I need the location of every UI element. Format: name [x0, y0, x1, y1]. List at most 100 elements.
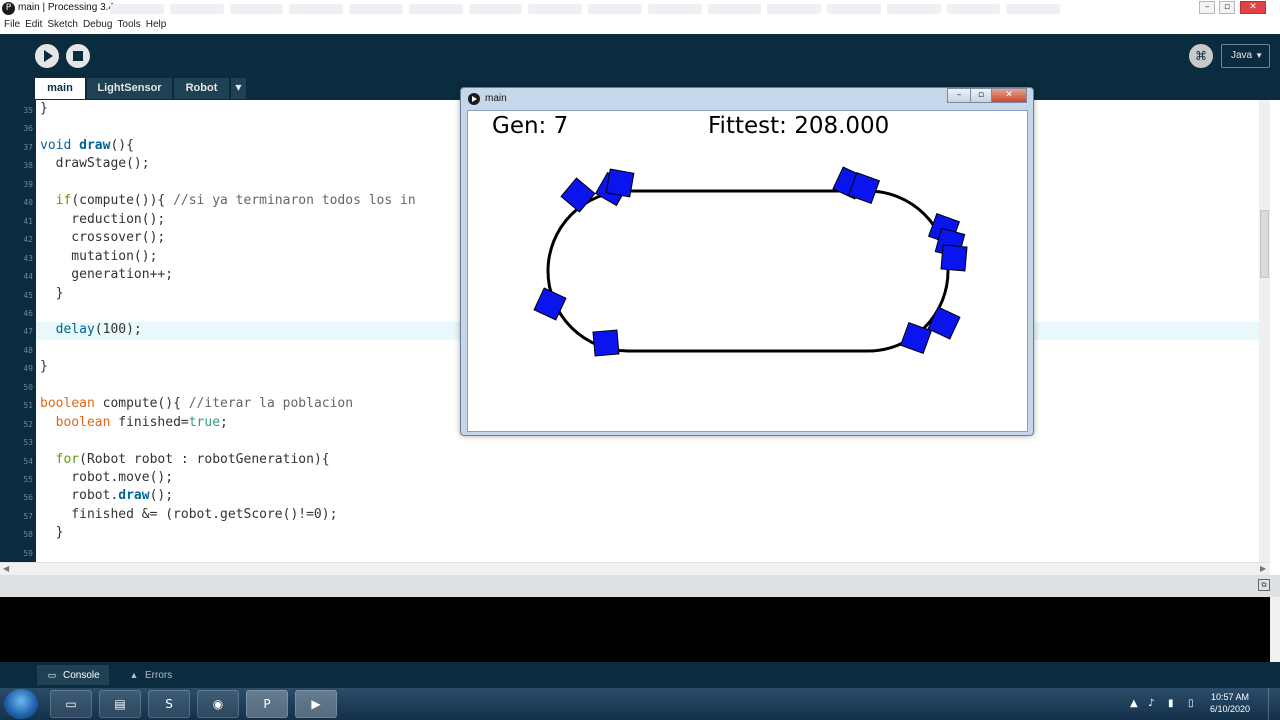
robot-group [533, 166, 968, 357]
code-line: reduction(); [40, 211, 166, 227]
line-number: 50 [23, 382, 33, 392]
code-line: robot.draw(); [40, 488, 174, 504]
line-number: 53 [23, 438, 33, 448]
message-area: ⧉ [0, 575, 1280, 597]
system-tray: ▲ ♪ ▮ ▯ [1126, 688, 1206, 720]
menu-tools[interactable]: Tools [116, 17, 144, 34]
line-number: 55 [23, 475, 33, 484]
show-desktop-button[interactable] [1268, 688, 1280, 720]
warning-icon: ▲ [129, 670, 139, 680]
scrollbar-thumb[interactable] [1260, 210, 1269, 278]
code-line: } [40, 101, 48, 116]
code-line: void draw(){ [40, 137, 134, 153]
code-line: crossover(); [40, 230, 166, 246]
chevron-down-icon: ▼ [1255, 51, 1263, 60]
code-line: boolean finished=true; [55, 414, 228, 430]
start-button[interactable] [4, 689, 38, 719]
mode-selector[interactable]: Java ▼ [1221, 44, 1270, 68]
stop-button[interactable] [66, 44, 90, 68]
line-number: 36 [23, 124, 33, 134]
line-number: 39 [23, 179, 33, 189]
code-line: finished &= (robot.getScore()!=0); [40, 506, 338, 522]
menu-sketch[interactable]: Sketch [46, 17, 82, 34]
robot [940, 244, 968, 272]
line-number: 49 [23, 364, 33, 374]
line-number: 57 [23, 511, 33, 521]
errors-tab-label: Errors [145, 670, 173, 681]
clock-time: 10:57 AM [1210, 692, 1250, 702]
battery-icon[interactable]: ▯ [1188, 698, 1194, 709]
sketch-taskbar-icon[interactable]: ▶ [295, 690, 337, 718]
line-number-gutter: 35 36 37 38 39 40 41 42 43 44 45 46 47 48 49 50 51 52 53 54… [0, 100, 36, 562]
console-output[interactable] [0, 597, 1270, 662]
debugger-toggle-icon[interactable]: ⌘ [1189, 44, 1213, 68]
sketch-window[interactable]: main – ▫ ✕ Gen: 7 Fittest: 208.000 [460, 87, 1034, 436]
taskbar-clock[interactable]: 10:57 AM 6/10/2020 [1205, 691, 1255, 715]
explorer-taskbar-icon[interactable]: ▤ [99, 690, 141, 718]
tab-lightsensor[interactable]: LightSensor [87, 78, 172, 99]
line-number: 44 [23, 272, 33, 282]
sketch-canvas[interactable]: Gen: 7 Fittest: 208.000 [467, 110, 1028, 432]
console-scrollbar[interactable] [1270, 597, 1280, 662]
menu-help[interactable]: Help [145, 17, 171, 34]
clock-date: 6/10/2020 [1209, 704, 1251, 714]
processing-taskbar-icon[interactable]: P [246, 690, 288, 718]
sketch-close-button[interactable]: ✕ [991, 88, 1027, 103]
mode-label: Java [1231, 50, 1253, 61]
stage-drawing [533, 166, 968, 357]
console-tab-label: Console [63, 670, 100, 681]
line-number: 54 [23, 456, 33, 466]
robot [927, 306, 961, 340]
sketch-maximize-button[interactable]: ▫ [970, 88, 992, 103]
code-line: robot.move(); [40, 470, 174, 485]
sketch-window-title: main [485, 93, 507, 104]
line-number: 38 [23, 161, 33, 171]
line-number: 56 [23, 493, 33, 503]
clear-console-icon[interactable]: ⧉ [1258, 579, 1270, 591]
maximize-button[interactable]: ▫ [1219, 1, 1235, 14]
menu-edit[interactable]: Edit [24, 17, 46, 34]
code-line: mutation(); [40, 248, 158, 264]
line-number: 48 [23, 345, 33, 355]
line-number: 40 [23, 198, 33, 208]
track-path [546, 189, 950, 353]
close-button[interactable]: ✕ [1240, 1, 1266, 14]
tab-main[interactable]: main [35, 78, 85, 99]
line-number: 46 [23, 308, 33, 318]
robot [605, 168, 635, 198]
show-hidden-icons-icon[interactable]: ▲ [1130, 698, 1138, 709]
run-button[interactable] [35, 44, 59, 68]
sketch-window-icon [468, 93, 480, 105]
window-titlebar: P main | Processing 3.4 – ▫ ✕ [0, 0, 1280, 17]
volume-icon[interactable]: ♪ [1148, 698, 1154, 709]
line-number: 52 [23, 419, 33, 429]
editor-horizontal-scrollbar[interactable]: ◀ ▶ [0, 562, 1270, 575]
scroll-left-icon[interactable]: ◀ [3, 564, 9, 573]
editor-vertical-scrollbar[interactable] [1259, 100, 1270, 562]
sublime-taskbar-icon[interactable]: S [148, 690, 190, 718]
code-line: } [40, 285, 64, 301]
code-line: } [40, 525, 64, 541]
tab-menu-chevron-icon[interactable]: ▼ [231, 78, 246, 99]
line-number: 42 [23, 235, 33, 245]
toolbar: ⌘ Java ▼ [0, 34, 1280, 78]
console-icon: ▭ [47, 670, 57, 680]
robot [560, 177, 596, 213]
tab-errors[interactable]: ▲ Errors [120, 665, 190, 685]
robot [592, 329, 620, 357]
network-icon[interactable]: ▮ [1168, 698, 1174, 709]
tab-console[interactable]: ▭ Console [37, 665, 109, 685]
chrome-taskbar-icon[interactable]: ◉ [197, 690, 239, 718]
menu-file[interactable]: File [3, 17, 24, 34]
cmd-taskbar-icon[interactable]: ▭ [50, 690, 92, 718]
tab-robot[interactable]: Robot [174, 78, 229, 99]
scroll-right-icon[interactable]: ▶ [1260, 564, 1266, 573]
menu-debug[interactable]: Debug [82, 17, 116, 34]
line-number: 58 [23, 530, 33, 540]
code-line: } [40, 359, 48, 375]
code-line: drawStage(); [40, 156, 150, 172]
code-line: if(compute()){ //si ya terminaron todos … [55, 193, 416, 209]
minimize-button[interactable]: – [1199, 1, 1215, 14]
code-line: generation++; [40, 267, 174, 283]
sketch-minimize-button[interactable]: – [947, 88, 971, 103]
